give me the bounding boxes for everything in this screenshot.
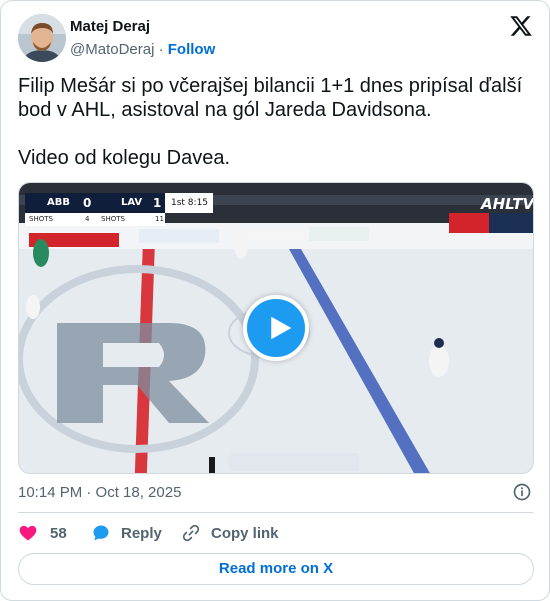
reply-label: Reply (121, 525, 162, 542)
copy-link-label: Copy link (211, 525, 279, 542)
team2-shots-label: SHOTS (101, 215, 125, 223)
play-icon (271, 316, 292, 340)
x-logo-icon[interactable] (509, 14, 533, 38)
team1-shots-label: SHOTS (29, 215, 53, 223)
tweet-card: Matej Deraj @MatoDeraj · Follow Filip Me… (0, 0, 550, 601)
video-player[interactable]: ABB 0 LAV 1 1st 8:15 SHOTS 4 SHOTS 11 AH… (18, 182, 534, 474)
team1-score: 0 (83, 196, 92, 210)
author-handle[interactable]: @MatoDeraj (70, 41, 154, 58)
divider (18, 512, 533, 513)
avatar-image (18, 14, 66, 62)
avatar[interactable] (18, 14, 66, 62)
team2-shots-value: 11 (155, 215, 164, 223)
scorebug: ABB 0 LAV 1 1st 8:15 SHOTS 4 SHOTS 11 (25, 193, 213, 227)
team1-shots-value: 4 (85, 215, 90, 223)
tweet-timestamp[interactable]: 10:14 PM · Oct 18, 2025 (18, 484, 181, 501)
info-icon[interactable] (512, 482, 532, 502)
author-handle-row: @MatoDeraj · Follow (70, 41, 215, 58)
separator-dot: · (158, 41, 164, 58)
heart-icon (19, 525, 37, 541)
scorebug-main: ABB 0 LAV 1 1st 8:15 (25, 193, 213, 213)
team1-name: ABB (47, 197, 70, 208)
link-icon (182, 524, 200, 542)
author-name[interactable]: Matej Deraj (70, 18, 150, 35)
like-count: 58 (50, 525, 67, 542)
scorebug-shots: SHOTS 4 SHOTS 11 (25, 213, 165, 226)
period-clock: 1st 8:15 (165, 193, 213, 213)
follow-button[interactable]: Follow (168, 41, 216, 58)
broadcaster-logo: AHLTV (481, 195, 534, 213)
team2-name: LAV (121, 197, 143, 208)
reply-bubble-icon (93, 525, 109, 541)
play-button[interactable] (243, 295, 309, 361)
tweet-text: Filip Mešár si po včerajšej bilancii 1+1… (18, 75, 523, 169)
team2-score: 1 (153, 196, 162, 210)
read-more-button[interactable]: Read more on X (18, 553, 534, 585)
